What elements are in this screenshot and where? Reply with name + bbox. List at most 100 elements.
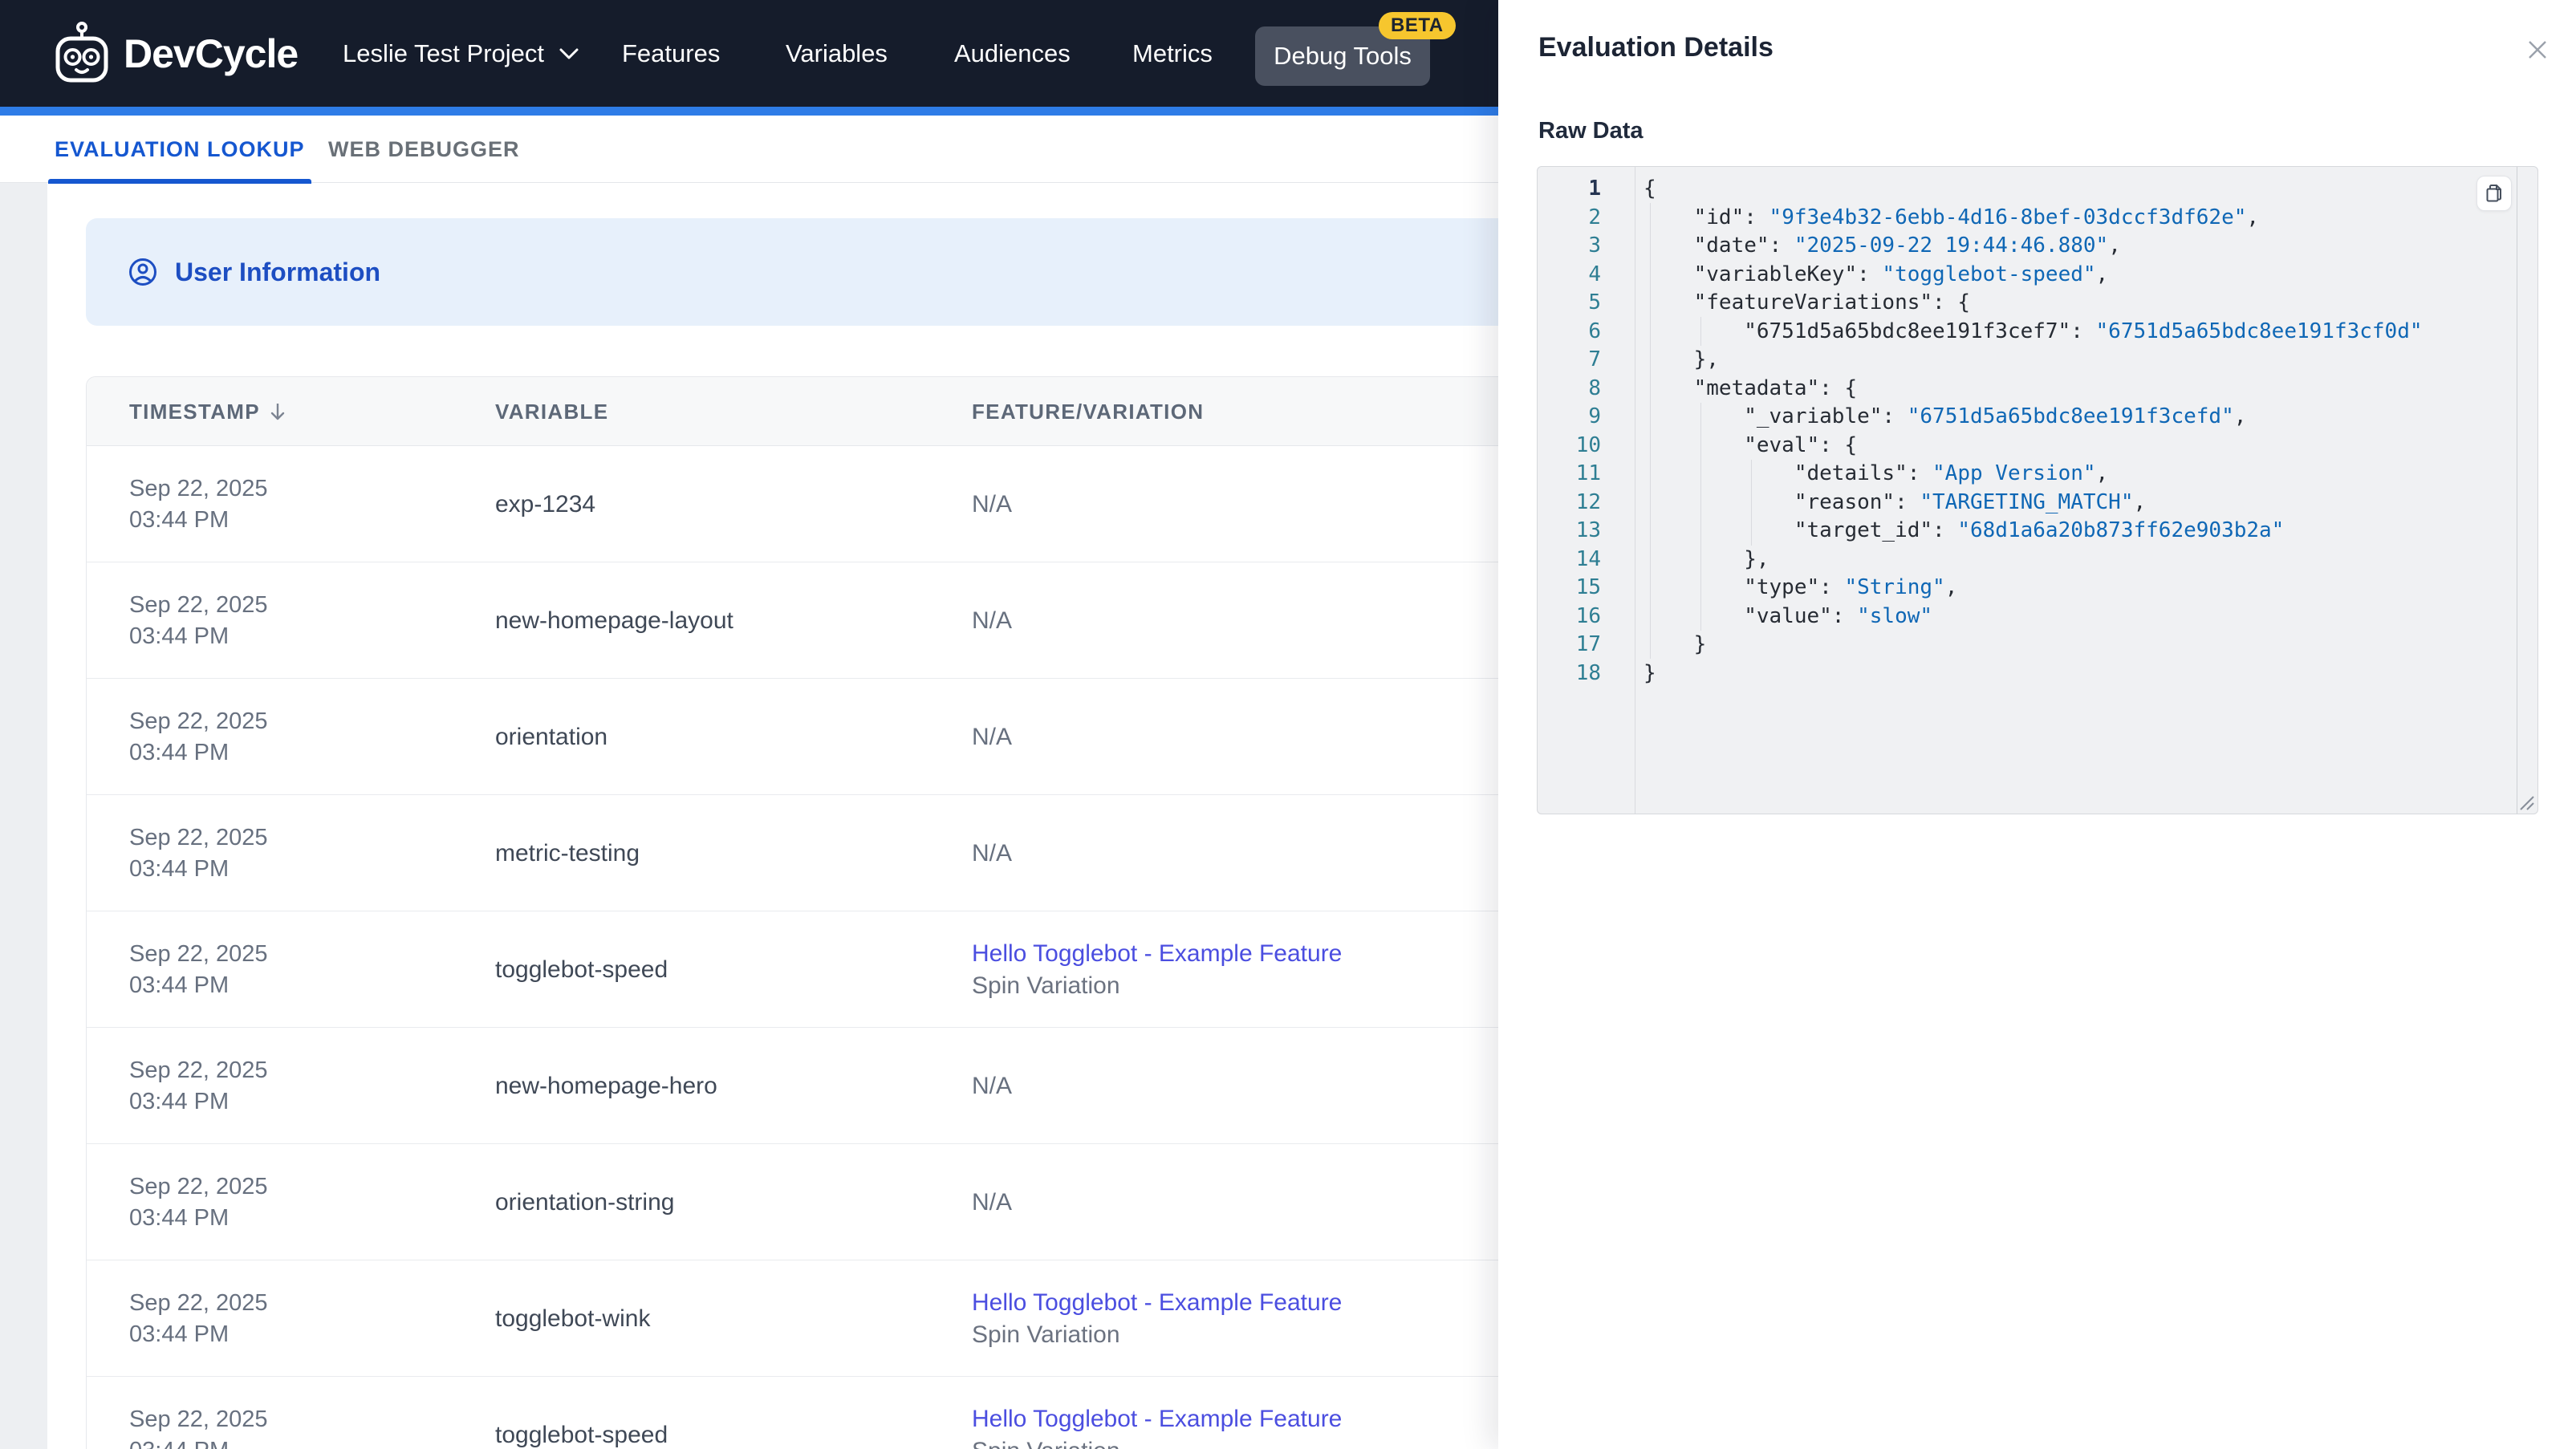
na-value: N/A bbox=[972, 840, 1013, 867]
table-row[interactable]: Sep 22, 2025 03:44 PM metric-testing N/A bbox=[87, 795, 1538, 911]
feature-variation-cell: Hello Togglebot - Example FeatureSpin Va… bbox=[972, 911, 1342, 1028]
feature-link[interactable]: Hello Togglebot - Example Feature bbox=[972, 1287, 1342, 1319]
code-line: "target_id": "68d1a6a20b873ff62e903b2a" bbox=[1644, 518, 2285, 542]
code-line: "_variable": "6751d5a65bdc8ee191f3cefd", bbox=[1644, 404, 2247, 428]
evaluations-table: TIMESTAMP VARIABLE FEATURE/VARIATION Sep… bbox=[86, 376, 1538, 1449]
feature-variation-cell: N/A bbox=[972, 795, 1012, 911]
na-value: N/A bbox=[972, 1189, 1013, 1216]
feature-variation-cell: N/A bbox=[972, 446, 1012, 562]
feature-variation-cell: N/A bbox=[972, 1028, 1012, 1144]
feature-link[interactable]: Hello Togglebot - Example Feature bbox=[972, 938, 1342, 970]
variable-cell: orientation bbox=[495, 724, 608, 750]
brand-home-link[interactable]: DevCycle bbox=[51, 0, 299, 107]
code-line: }, bbox=[1644, 347, 1719, 371]
column-header-timestamp[interactable]: TIMESTAMP bbox=[129, 377, 287, 446]
banner-label: User Information bbox=[175, 257, 381, 286]
code-line: "featureVariations": { bbox=[1644, 290, 1970, 315]
variable-cell: togglebot-speed bbox=[495, 956, 668, 983]
code-line: "eval": { bbox=[1644, 432, 1858, 457]
code-line: } bbox=[1644, 632, 1707, 656]
table-row[interactable]: Sep 22, 2025 03:44 PM orientation N/A bbox=[87, 679, 1538, 795]
debug-tools-label: Debug Tools bbox=[1274, 42, 1412, 70]
raw-data-code-editor[interactable]: 1 2 3 4 5 6 7 8 9 10 11 12 13 14 15 16 17 18 { "id": "9f3… bbox=[1537, 166, 2538, 814]
timestamp-cell: Sep 22, 202503:44 PM bbox=[129, 1290, 268, 1347]
table-row[interactable]: Sep 22, 2025 03:44 PM togglebot-wink Hello … bbox=[87, 1260, 1538, 1377]
column-header-feature-variation[interactable]: FEATURE/VARIATION bbox=[972, 377, 1204, 446]
table-row[interactable]: Sep 22, 2025 03:44 PM new-homepage-layout N… bbox=[87, 562, 1538, 679]
copy-button[interactable] bbox=[2476, 176, 2512, 211]
chevron-down-icon bbox=[559, 48, 579, 59]
table-body: Sep 22, 2025 03:44 PM exp-1234 N/A Sep 22, 2… bbox=[87, 446, 1538, 1449]
project-selector[interactable]: Leslie Test Project bbox=[343, 0, 579, 107]
na-value: N/A bbox=[972, 607, 1013, 634]
beta-badge: BETA bbox=[1379, 12, 1456, 39]
code-line: "date": "2025-09-22 19:44:46.880", bbox=[1644, 233, 2121, 258]
table-header-row: TIMESTAMP VARIABLE FEATURE/VARIATION bbox=[87, 377, 1538, 446]
tab-web-debugger[interactable]: WEB DEBUGGER bbox=[322, 116, 526, 183]
timestamp-cell: Sep 22, 202503:44 PM bbox=[129, 941, 268, 998]
timestamp-cell: Sep 22, 202503:44 PM bbox=[129, 1174, 268, 1231]
code-line: { bbox=[1644, 177, 1656, 201]
feature-variation-cell: Hello Togglebot - Example FeatureSpin Va… bbox=[972, 1377, 1342, 1449]
tabs-bar: EVALUATION LOOKUP WEB DEBUGGER bbox=[0, 116, 1498, 184]
na-value: N/A bbox=[972, 491, 1013, 518]
timestamp-cell: Sep 22, 202503:44 PM bbox=[129, 1057, 268, 1114]
code-line: } bbox=[1644, 660, 1656, 685]
code-line: "details": "App Version", bbox=[1644, 461, 2109, 485]
project-name: Leslie Test Project bbox=[343, 39, 544, 67]
resize-handle[interactable] bbox=[2514, 790, 2535, 811]
feature-variation-cell: N/A bbox=[972, 679, 1012, 795]
devcycle-logo-icon bbox=[55, 21, 108, 82]
variation-name: Spin Variation bbox=[972, 1435, 1342, 1449]
evaluation-details-panel: Evaluation Details Raw Data 1 2 3 4 5 6 7 8 9 10 1… bbox=[1498, 0, 2576, 1449]
timestamp-cell: Sep 22, 202503:44 PM bbox=[129, 825, 268, 882]
code-line: "variableKey": "togglebot-speed", bbox=[1644, 262, 2109, 286]
variable-cell: orientation-string bbox=[495, 1189, 675, 1216]
nav-item-features[interactable]: Features bbox=[622, 0, 720, 107]
table-row[interactable]: Sep 22, 2025 03:44 PM orientation-string N/… bbox=[87, 1144, 1538, 1260]
column-header-variable[interactable]: VARIABLE bbox=[495, 377, 608, 446]
nav-item-debug-tools[interactable]: Debug Tools BETA bbox=[1255, 12, 1456, 86]
table-row[interactable]: Sep 22, 2025 03:44 PM exp-1234 N/A bbox=[87, 446, 1538, 562]
user-information-banner[interactable]: User Information bbox=[86, 218, 1538, 326]
code-line: "value": "slow" bbox=[1644, 603, 1933, 628]
table-row[interactable]: Sep 22, 2025 03:44 PM new-homepage-hero N/A bbox=[87, 1028, 1538, 1144]
code-line: "type": "String", bbox=[1644, 575, 1958, 599]
nav-item-audiences[interactable]: Audiences bbox=[954, 0, 1071, 107]
code-line: "6751d5a65bdc8ee191f3cef7": "6751d5a65bd… bbox=[1644, 319, 2423, 343]
timestamp-cell: Sep 22, 202503:44 PM bbox=[129, 708, 268, 765]
feature-variation-cell: N/A bbox=[972, 562, 1012, 679]
tab-evaluation-lookup[interactable]: EVALUATION LOOKUP bbox=[48, 116, 311, 184]
variable-cell: metric-testing bbox=[495, 840, 640, 867]
code-line: "reason": "TARGETING_MATCH", bbox=[1644, 489, 2147, 514]
table-row[interactable]: Sep 22, 202503:44 PM togglebot-speed Hello… bbox=[87, 1377, 1538, 1449]
variable-cell: new-homepage-layout bbox=[495, 607, 733, 634]
feature-variation-cell: N/A bbox=[972, 1144, 1012, 1260]
timestamp-cell: Sep 22, 202503:44 PM bbox=[129, 476, 268, 533]
code-line-numbers: 1 2 3 4 5 6 7 8 9 10 11 12 13 14 15 16 17 18 bbox=[1538, 167, 1635, 814]
user-circle-icon bbox=[129, 258, 156, 286]
close-icon[interactable] bbox=[2523, 35, 2552, 64]
na-value: N/A bbox=[972, 724, 1013, 750]
nav-item-metrics[interactable]: Metrics bbox=[1132, 0, 1213, 107]
code-line: "id": "9f3e4b32-6ebb-4d16-8bef-03dccf3df… bbox=[1644, 205, 2260, 229]
brand-name: DevCycle bbox=[124, 30, 299, 76]
feature-variation-cell: Hello Togglebot - Example FeatureSpin Va… bbox=[972, 1260, 1342, 1377]
code-line: "metadata": { bbox=[1644, 375, 1858, 400]
feature-link[interactable]: Hello Togglebot - Example Feature bbox=[972, 1403, 1342, 1435]
timestamp-cell: Sep 22, 202503:44 PM bbox=[129, 1406, 268, 1449]
na-value: N/A bbox=[972, 1073, 1013, 1099]
variation-name: Spin Variation bbox=[972, 1321, 1120, 1348]
code-line: }, bbox=[1644, 546, 1769, 571]
timestamp-cell: Sep 22, 202503:44 PM bbox=[129, 592, 268, 649]
variable-cell: togglebot-wink bbox=[495, 1305, 651, 1332]
variable-cell: togglebot-speed bbox=[495, 1422, 668, 1448]
nav-item-variables[interactable]: Variables bbox=[786, 0, 888, 107]
variable-cell: new-homepage-hero bbox=[495, 1073, 717, 1099]
table-row[interactable]: Sep 22, 202503:44 PM togglebot-speed Hello… bbox=[87, 911, 1538, 1028]
panel-title: Evaluation Details bbox=[1538, 32, 1774, 63]
sort-desc-icon bbox=[268, 380, 287, 449]
devcycle-app: DevCycle Leslie Test Project Features Var… bbox=[0, 0, 2576, 1449]
copy-icon bbox=[2486, 185, 2501, 202]
page-left-margin bbox=[0, 183, 47, 1449]
